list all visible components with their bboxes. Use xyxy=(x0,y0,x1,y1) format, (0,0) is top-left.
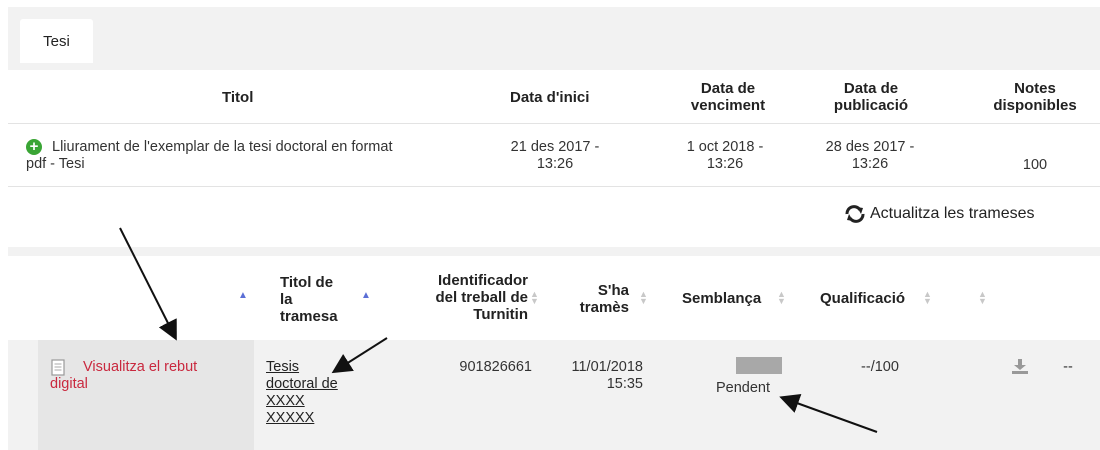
arrow xyxy=(331,337,388,374)
arrow xyxy=(779,394,878,433)
arrow xyxy=(119,227,177,341)
annotation-arrows xyxy=(119,227,878,433)
